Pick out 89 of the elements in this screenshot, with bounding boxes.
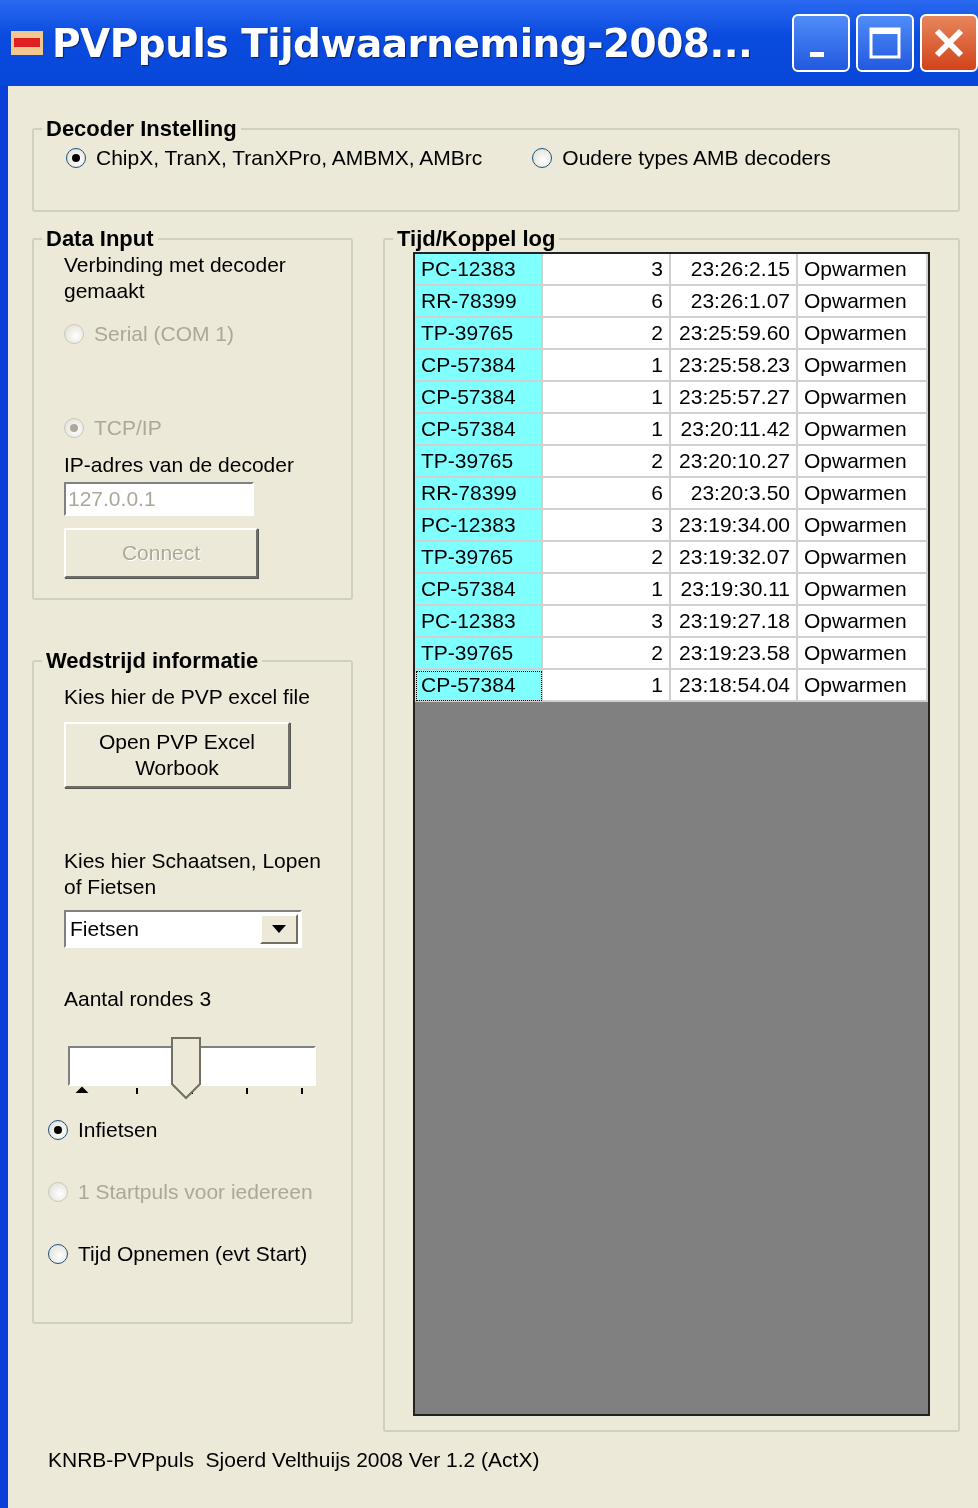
table-cell: 23:20:3.50 (671, 478, 798, 510)
table-cell: 1 (543, 382, 671, 414)
table-cell: 23:19:30.11 (671, 574, 798, 606)
table-cell: 23:19:32.07 (671, 542, 798, 574)
maximize-button[interactable] (856, 14, 914, 72)
table-cell: 23:19:27.18 (671, 606, 798, 638)
minimize-icon (810, 51, 824, 57)
table-cell: 6 (543, 286, 671, 318)
table-cell: Opwarmen (798, 414, 928, 446)
radio-label: 1 Startpuls voor iedereen (78, 1180, 313, 1204)
window-title: PVPpuls Tijdwaarneming-2008... (52, 20, 754, 66)
radio-label: Tijd Opnemen (evt Start) (78, 1242, 308, 1266)
table-cell: 2 (543, 542, 671, 574)
table-cell: 1 (543, 574, 671, 606)
dropdown-button[interactable] (260, 914, 298, 944)
table-cell: TP-39765 (415, 542, 543, 574)
radio-label: Infietsen (78, 1118, 158, 1142)
table-cell: CP-57384 (415, 414, 543, 446)
sport-dropdown[interactable]: Fietsen (64, 910, 302, 948)
table-cell: CP-57384 (415, 382, 543, 414)
radio-button[interactable] (48, 1120, 68, 1140)
table-cell: 23:26:2.15 (671, 254, 798, 286)
minimize-button[interactable] (792, 14, 850, 72)
table-cell: CP-57384 (415, 574, 543, 606)
table-cell: CP-57384 (415, 670, 543, 702)
table-cell: 23:25:57.27 (671, 382, 798, 414)
close-button[interactable] (920, 14, 978, 72)
group-title: Wedstrijd informatie (45, 648, 260, 674)
table-cell: Opwarmen (798, 318, 928, 350)
table-cell: 1 (543, 414, 671, 446)
radio-label: Oudere types AMB decoders (562, 146, 831, 170)
table-cell: TP-39765 (415, 318, 543, 350)
table-cell: 3 (543, 254, 671, 286)
table-cell: Opwarmen (798, 350, 928, 382)
table-cell: 23:25:58.23 (671, 350, 798, 382)
table-cell: 1 (543, 670, 671, 702)
table-cell: Opwarmen (798, 638, 928, 670)
file-label: Kies hier de PVP excel file (64, 684, 311, 710)
radio-label: ChipX, TranX, TranXPro, AMBMX, AMBrc (96, 146, 483, 170)
table-cell: 23:20:10.27 (671, 446, 798, 478)
table-cell: 6 (543, 478, 671, 510)
table-cell: 23:26:1.07 (671, 286, 798, 318)
table-cell: Opwarmen (798, 574, 928, 606)
table-cell: 23:25:59.60 (671, 318, 798, 350)
rounds-label: Aantal rondes 3 (64, 986, 213, 1012)
group-title: Data Input (45, 226, 155, 252)
ip-label: IP-adres van de decoder (64, 452, 295, 478)
radio-label: TCP/IP (94, 416, 162, 440)
table-cell: RR-78399 (415, 286, 543, 318)
table-cell: 23:19:34.00 (671, 510, 798, 542)
table-cell: Opwarmen (798, 478, 928, 510)
table-cell: TP-39765 (415, 638, 543, 670)
group-title: Decoder Instelling (45, 116, 238, 142)
table-cell: Opwarmen (798, 670, 928, 702)
table-cell: 2 (543, 318, 671, 350)
table-cell: Opwarmen (798, 286, 928, 318)
table-cell: CP-57384 (415, 350, 543, 382)
connection-status: Verbinding met decoder gemaakt (63, 252, 287, 304)
table-cell: TP-39765 (415, 446, 543, 478)
app-icon (10, 30, 44, 56)
sport-label: Kies hier Schaatsen, Lopen of Fietsen (64, 848, 322, 900)
table-cell: Opwarmen (798, 446, 928, 478)
radio-button[interactable] (66, 148, 86, 168)
table-cell: 1 (543, 350, 671, 382)
table-cell: PC-12383 (415, 510, 543, 542)
table-cell: RR-78399 (415, 478, 543, 510)
table-cell: 23:18:54.04 (671, 670, 798, 702)
radio-button[interactable] (532, 148, 553, 168)
radio-button[interactable] (48, 1244, 68, 1264)
status-text: KNRB-PVPpuls Sjoerd Velthuijs 2008 Ver 1.2 (ActX) (47, 1447, 541, 1472)
table-cell: 2 (543, 446, 671, 478)
table-cell: 2 (543, 638, 671, 670)
table-cell: 3 (543, 606, 671, 638)
slider-thumb[interactable] (170, 1036, 202, 1102)
maximize-icon (867, 25, 903, 61)
table-cell: Opwarmen (798, 382, 928, 414)
radio-label: Serial (COM 1) (94, 322, 235, 346)
group-title: Tijd/Koppel log (396, 226, 557, 252)
table-cell: Opwarmen (798, 254, 928, 286)
table-cell: 23:19:23.58 (671, 638, 798, 670)
open-workbook-button[interactable]: Open PVP Excel Worbook (64, 722, 290, 788)
table-cell: Opwarmen (798, 606, 928, 638)
table-cell: 3 (543, 510, 671, 542)
table-cell: PC-12383 (415, 606, 543, 638)
table-cell: Opwarmen (798, 510, 928, 542)
caret-icon (272, 925, 286, 933)
table-cell: Opwarmen (798, 542, 928, 574)
table-cell: 23:20:11.42 (671, 414, 798, 446)
table-cell: PC-12383 (415, 254, 543, 286)
